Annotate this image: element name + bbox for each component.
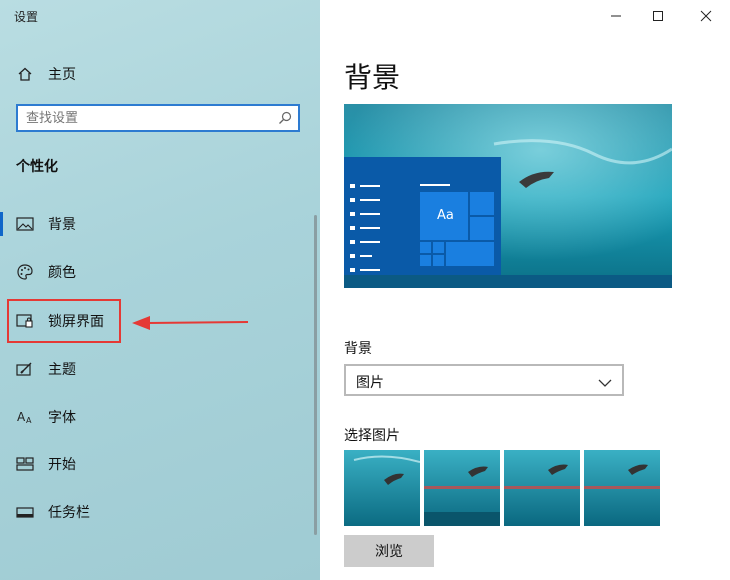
- preview-tile-label: Aa: [437, 208, 454, 223]
- home-icon: [16, 65, 34, 83]
- sidebar-item-background[interactable]: 背景: [0, 206, 300, 242]
- sidebar-item-start[interactable]: 开始: [0, 446, 300, 482]
- annotation-arrow: [132, 316, 249, 330]
- window-title: 设置: [14, 10, 39, 24]
- settings-content: 背景 Aa 背景 图片 选择图片 浏览: [320, 0, 730, 580]
- search-input[interactable]: [26, 109, 266, 127]
- search-icon[interactable]: [278, 110, 292, 129]
- background-preview: Aa: [344, 104, 672, 288]
- sidebar-item-themes[interactable]: 主题: [0, 351, 300, 387]
- sidebar-item-colors[interactable]: 颜色: [0, 254, 300, 290]
- font-icon: AA: [16, 408, 34, 426]
- section-title: 个性化: [16, 159, 58, 175]
- annotation-highlight-box: [7, 299, 121, 343]
- minimize-button[interactable]: [596, 4, 636, 28]
- background-type-select[interactable]: 图片: [344, 364, 624, 396]
- sidebar-item-label: 字体: [48, 410, 76, 426]
- close-icon: [700, 10, 712, 22]
- nav-home[interactable]: 主页: [0, 56, 300, 92]
- background-label: 背景: [344, 341, 372, 357]
- taskbar-icon: [16, 503, 34, 521]
- svg-text:A: A: [26, 416, 32, 425]
- close-button[interactable]: [686, 4, 726, 28]
- sidebar-scrollbar[interactable]: [314, 215, 317, 535]
- sidebar-item-fonts[interactable]: AA 字体: [0, 399, 300, 435]
- choose-picture-label: 选择图片: [344, 428, 400, 444]
- picture-thumbnail[interactable]: [584, 450, 660, 526]
- svg-text:A: A: [17, 410, 26, 424]
- browse-button[interactable]: 浏览: [344, 535, 434, 567]
- nav-home-label: 主页: [48, 67, 76, 83]
- palette-icon: [16, 263, 34, 281]
- settings-sidebar: 设置 主页 个性化 背景 颜色 锁屏界面: [0, 0, 320, 580]
- sidebar-item-label: 任务栏: [48, 505, 90, 521]
- sidebar-item-label: 主题: [48, 362, 76, 378]
- picture-icon: [16, 215, 34, 233]
- sidebar-item-label: 颜色: [48, 265, 76, 281]
- picture-thumbnail[interactable]: [504, 450, 580, 526]
- picture-thumbnail[interactable]: [344, 450, 420, 526]
- page-title: 背景: [344, 61, 401, 94]
- maximize-button[interactable]: [638, 4, 678, 28]
- theme-icon: [16, 360, 34, 378]
- maximize-icon: [653, 11, 663, 21]
- sidebar-item-label: 开始: [48, 457, 76, 473]
- start-icon: [16, 455, 34, 473]
- minimize-icon: [611, 15, 621, 17]
- background-type-value: 图片: [356, 375, 384, 391]
- sidebar-item-taskbar[interactable]: 任务栏: [0, 494, 300, 530]
- search-box[interactable]: [16, 104, 300, 132]
- picture-thumbnail[interactable]: [424, 450, 500, 526]
- chevron-down-icon: [598, 373, 612, 392]
- sidebar-item-label: 背景: [48, 217, 76, 233]
